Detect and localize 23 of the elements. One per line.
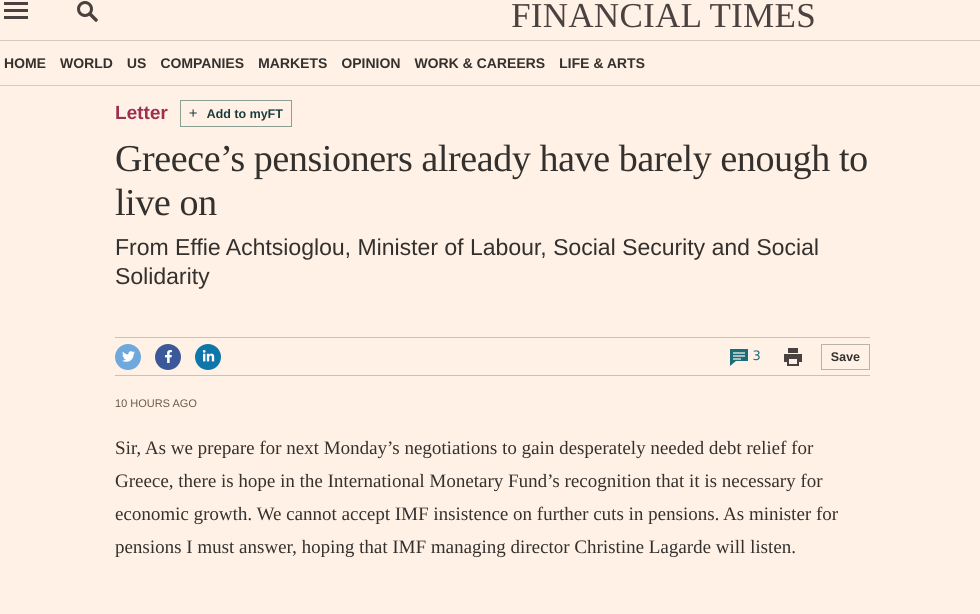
article-body: Sir, As we prepare for next Monday’s negotiations to gain desperately needed debt relief for Greece, there is hope in the International Monetary Fund’s recognition that it is necessary for economic growth. We cannot accept IMF insistence on further cuts in pensions. As minister for pensions I must answer, hoping that IMF managing director Christine Lagarde will listen. <box>115 437 840 560</box>
comment-count[interactable]: 3 <box>752 349 761 364</box>
print-icon[interactable] <box>782 346 803 366</box>
nav-link[interactable]: MARKETS <box>258 55 328 71</box>
headline: Greece’s pensioners already have barely enough to live on <box>115 137 869 225</box>
section-link[interactable]: Letter <box>115 102 168 124</box>
nav-link[interactable]: WORK & CAREERS <box>414 55 546 71</box>
linkedin-icon[interactable] <box>195 344 221 370</box>
menu-icon[interactable] <box>4 0 28 20</box>
nav-link[interactable]: COMPANIES <box>160 55 244 71</box>
nav-link[interactable]: LIFE & ARTS <box>559 55 645 71</box>
standfirst: From Effie Achtsioglou, Minister of Labour, Social Security and Social Solidarity <box>115 233 820 291</box>
nav-link[interactable]: US <box>126 55 146 71</box>
nav-link[interactable]: OPINION <box>341 55 400 71</box>
add-to-myft-button[interactable]: + Add to myFT <box>180 100 292 127</box>
masthead-title: FINANCIAL TIMES <box>511 0 816 37</box>
save-button[interactable]: Save <box>820 344 870 370</box>
search-icon[interactable] <box>76 0 98 22</box>
nav-link[interactable]: HOME <box>4 55 46 71</box>
nav-link[interactable]: WORLD <box>60 55 113 71</box>
timestamp: 10 HOURS AGO <box>115 398 198 410</box>
comment-icon[interactable] <box>728 346 749 366</box>
facebook-icon[interactable] <box>155 344 181 370</box>
